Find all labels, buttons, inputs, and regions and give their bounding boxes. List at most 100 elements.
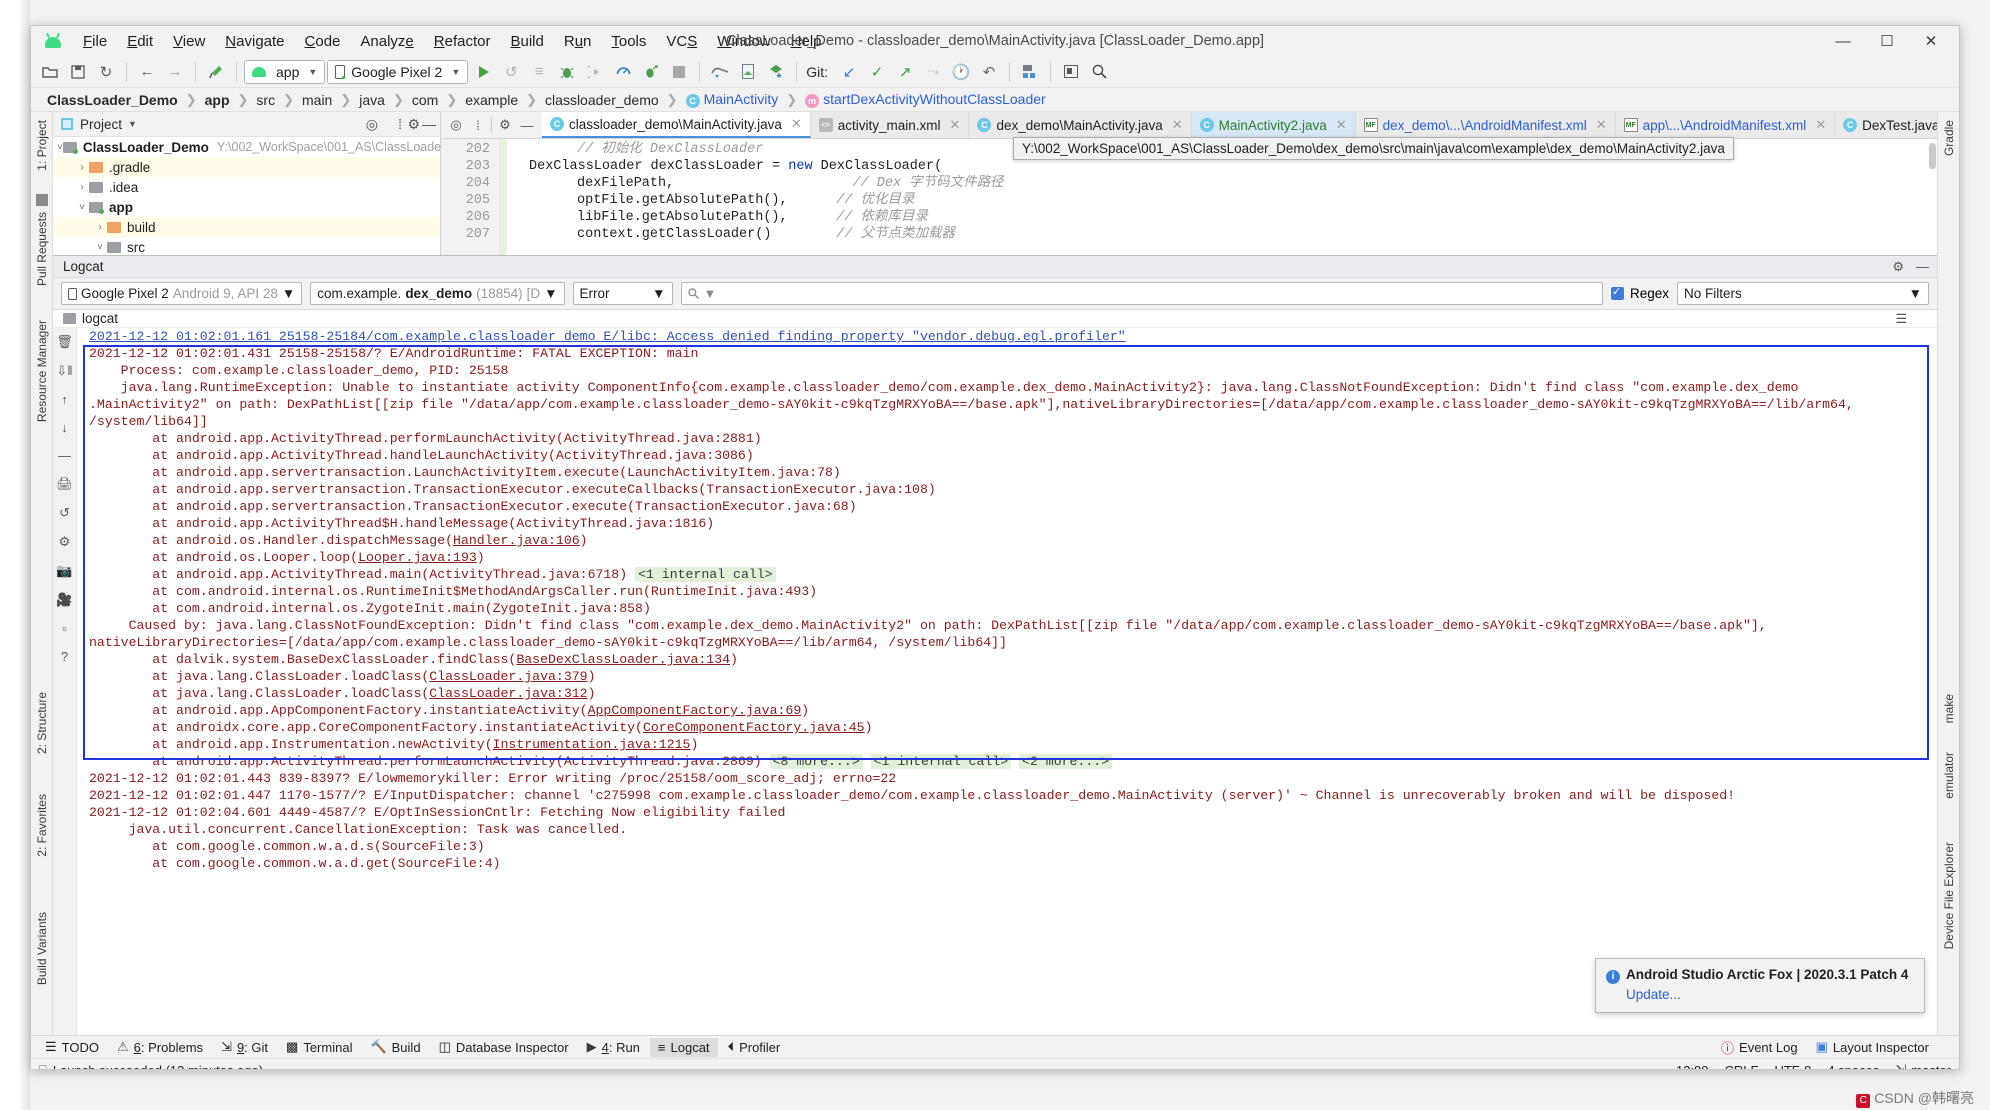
screen-record-icon[interactable]: 🎥 — [56, 592, 72, 608]
layout-inspector-toolbar-icon[interactable] — [1058, 59, 1084, 85]
screenshot-icon[interactable]: 📷 — [56, 563, 72, 579]
scroll-to-end-icon[interactable]: ⇩‖ — [56, 363, 72, 379]
menu-code[interactable]: Code — [295, 30, 351, 53]
gear-icon[interactable]: ⚙ — [407, 116, 420, 133]
bottom-item-build[interactable]: 🔨 Build — [362, 1037, 428, 1057]
attach-debugger-icon[interactable] — [582, 59, 608, 85]
logcat-output[interactable]: 2021-12-12 01:02:01.161 25158-25184/com.… — [77, 328, 1937, 1035]
menu-run[interactable]: Run — [554, 30, 602, 53]
logcat-regex-toggle[interactable]: Regex — [1610, 285, 1669, 301]
breadcrumb-item-7[interactable]: classloader_demo — [541, 92, 663, 108]
tree-arrow-0[interactable]: ˅ — [57, 142, 63, 153]
menu-bar[interactable]: File Edit View Navigate Code Analyze Ref… — [73, 30, 832, 53]
rail-item-gradle[interactable]: Gradle — [1942, 120, 1956, 156]
git-update-project-icon[interactable]: ⤳ — [920, 59, 946, 85]
collapse-icon[interactable]: ⁞ — [469, 116, 487, 134]
log-link-appcomponentfactory[interactable]: AppComponentFactory.java:69 — [588, 703, 802, 718]
editor-tab-1[interactable]: <> activity_main.xml ✕ — [810, 112, 970, 138]
tree-arrow-4[interactable]: › — [93, 222, 107, 233]
breadcrumb-item-3[interactable]: main — [298, 92, 336, 108]
menu-tools[interactable]: Tools — [601, 30, 656, 53]
soft-wrap-icon[interactable]: — — [58, 448, 71, 463]
layout-inspector-button[interactable]: ▣ Layout Inspector — [1816, 1038, 1929, 1057]
editor-tab-2[interactable]: C dex_demo\MainActivity.java ✕ — [969, 112, 1192, 138]
breadcrumb-item-5[interactable]: com — [408, 92, 442, 108]
logcat-process-selector[interactable]: com.example. dex_demo (18854) [D ▼ — [310, 282, 565, 305]
chevron-down-icon-3[interactable]: ▼ — [128, 119, 137, 129]
build-hammer-icon[interactable] — [203, 59, 229, 85]
editor-tab-6[interactable]: C DexTest.java ✕ — [1835, 112, 1937, 138]
rail-item-build-variants[interactable]: Build Variants — [35, 912, 49, 985]
rail-item-project[interactable]: 1: Project — [35, 120, 49, 171]
project-structure-icon[interactable] — [1017, 59, 1043, 85]
bottom-item-profiler[interactable]: ⏴ Profiler — [720, 1037, 789, 1057]
rail-item-emulator[interactable]: emulator — [1942, 752, 1956, 799]
editor-tab-4[interactable]: MF dex_demo\...\AndroidManifest.xml ✕ — [1355, 112, 1616, 138]
balloon-update-link[interactable]: Update... — [1626, 987, 1914, 1002]
close-tab-icon-2[interactable]: ✕ — [1172, 117, 1183, 133]
search-everywhere-icon[interactable] — [1086, 59, 1112, 85]
breadcrumb-item-4[interactable]: java — [355, 92, 389, 108]
editor-tab-0[interactable]: C classloader_demo\MainActivity.java ✕ — [542, 112, 811, 138]
run-with-coverage-icon[interactable] — [638, 59, 664, 85]
log-link-corecomponentfactory[interactable]: CoreComponentFactory.java:45 — [643, 720, 865, 735]
editor-scrollbar[interactable] — [1929, 143, 1936, 169]
debug-icon[interactable] — [554, 59, 580, 85]
run-button-icon[interactable] — [470, 59, 496, 85]
collapse-all-icon[interactable]: ⁞ — [398, 116, 402, 132]
help-icon[interactable]: ? — [61, 649, 68, 664]
menu-build[interactable]: Build — [500, 30, 553, 53]
bottom-item-logcat[interactable]: ≡ Logcat — [649, 1037, 718, 1057]
tree-arrow-2[interactable]: › — [75, 182, 89, 193]
caret-position[interactable]: 12:80 — [1676, 1063, 1709, 1070]
logcat-level-selector[interactable]: Error ▼ — [572, 282, 673, 305]
tree-row-1[interactable]: › .gradle — [53, 157, 440, 177]
open-folder-icon[interactable] — [37, 59, 63, 85]
log-chip-8-more[interactable]: <8 more...> — [769, 754, 863, 769]
forward-arrow-icon[interactable]: → — [162, 59, 188, 85]
logcat-gear-icon[interactable]: ⚙ — [1892, 259, 1904, 275]
tree-row-0[interactable]: ˅ ClassLoader_Demo Y:\002_WorkSpace\001_… — [53, 137, 486, 157]
close-tab-icon[interactable]: ✕ — [791, 116, 802, 132]
log-chip-internal-call[interactable]: <1 internal call> — [635, 567, 776, 582]
tree-row-2[interactable]: › .idea — [53, 177, 440, 197]
logcat-soft-wrap-icon[interactable]: ☰ — [1895, 311, 1907, 327]
rail-item-device-file-explorer[interactable]: Device File Explorer — [1942, 842, 1956, 949]
log-link-instrumentation[interactable]: Instrumentation.java:1215 — [493, 737, 691, 752]
close-tab-icon-4[interactable]: ✕ — [1596, 117, 1607, 133]
rail-item-resource-manager[interactable]: Resource Manager — [35, 320, 49, 422]
breadcrumb-item-9[interactable]: m startDexActivityWithoutClassLoader — [801, 91, 1050, 108]
tree-arrow-5[interactable]: ˅ — [93, 242, 107, 253]
log-link-classloader-379[interactable]: ClassLoader.java:379 — [429, 669, 587, 684]
menu-view[interactable]: View — [163, 30, 215, 53]
apply-changes-icon[interactable]: ↺ — [498, 59, 524, 85]
save-all-icon[interactable] — [65, 59, 91, 85]
up-arrow-icon[interactable]: ↑ — [61, 392, 68, 407]
file-encoding[interactable]: UTF-8 — [1774, 1063, 1811, 1070]
indent-setting[interactable]: 4 spaces — [1827, 1063, 1879, 1070]
line-separator[interactable]: CRLF — [1725, 1063, 1759, 1070]
back-arrow-icon[interactable]: ← — [134, 59, 160, 85]
logcat-search-input[interactable]: ▼ — [680, 282, 1603, 305]
profiler-icon[interactable] — [610, 59, 636, 85]
down-arrow-icon[interactable]: ↓ — [61, 420, 68, 435]
rail-item-pull-requests[interactable]: Pull Requests — [35, 212, 49, 286]
menu-refactor[interactable]: Refactor — [424, 30, 501, 53]
locate-icon[interactable]: ◎ — [366, 116, 378, 133]
rail-item-structure[interactable]: 2: Structure — [35, 692, 49, 754]
breadcrumb-item-6[interactable]: example — [461, 92, 522, 108]
rail-item-favorites[interactable]: 2: Favorites — [35, 794, 49, 857]
sync-icon[interactable]: ↻ — [93, 59, 119, 85]
settings-gear-icon[interactable]: ⚙ — [496, 116, 514, 134]
log-link-looper[interactable]: Looper.java:193 — [358, 550, 477, 565]
git-push-icon[interactable]: ↗ — [892, 59, 918, 85]
maximize-button[interactable]: ☐ — [1865, 26, 1909, 56]
module-selector[interactable]: app ▼ — [244, 59, 326, 84]
menu-file[interactable]: File — [73, 30, 117, 53]
rail-item-make[interactable]: make — [1942, 694, 1956, 723]
breadcrumb-item-1[interactable]: app — [201, 92, 234, 108]
avd-manager-icon[interactable] — [707, 59, 733, 85]
editor-tab-3[interactable]: C MainActivity2.java ✕ — [1191, 112, 1356, 138]
clear-logcat-icon[interactable]: 🗑 — [56, 334, 73, 350]
apply-code-changes-icon[interactable]: ≡ — [526, 59, 552, 85]
